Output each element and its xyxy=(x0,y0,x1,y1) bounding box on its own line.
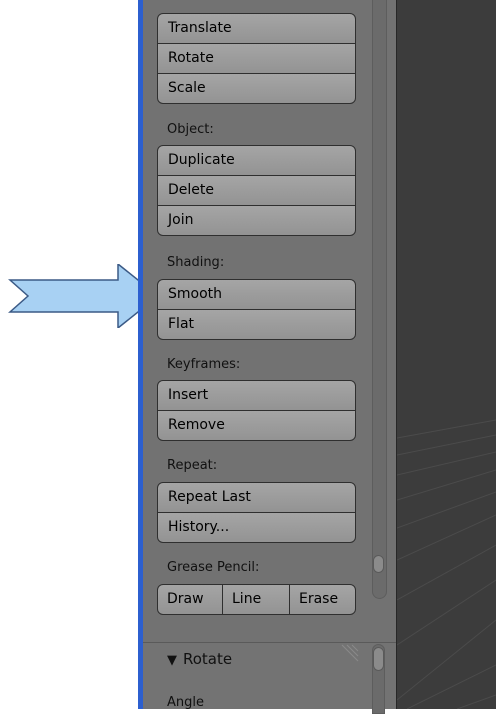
remove-keyframe-button[interactable]: Remove xyxy=(157,410,356,441)
join-button[interactable]: Join xyxy=(157,205,356,236)
flat-button[interactable]: Flat xyxy=(157,309,356,340)
repeat-last-button[interactable]: Repeat Last xyxy=(157,482,356,513)
grease-pencil-group: Draw Line Erase xyxy=(157,584,356,615)
keyframes-group: Insert Remove xyxy=(157,380,356,441)
history-button[interactable]: History... xyxy=(157,512,356,543)
pointer-arrow-icon xyxy=(8,264,158,328)
3d-viewport[interactable] xyxy=(397,0,496,709)
object-label: Object: xyxy=(167,122,214,137)
scale-button[interactable]: Scale xyxy=(157,73,356,104)
object-group: Duplicate Delete Join xyxy=(157,145,356,236)
transform-group: Translate Rotate Scale xyxy=(157,13,356,104)
delete-button[interactable]: Delete xyxy=(157,175,356,206)
operator-panel-header[interactable]: ▼ Rotate xyxy=(167,650,232,668)
keyframes-label: Keyframes: xyxy=(167,357,241,372)
shading-label: Shading: xyxy=(167,255,225,270)
toolshelf-scroll-thumb[interactable] xyxy=(373,555,384,573)
insert-keyframe-button[interactable]: Insert xyxy=(157,380,356,411)
repeat-label: Repeat: xyxy=(167,458,218,473)
duplicate-button[interactable]: Duplicate xyxy=(157,145,356,176)
erase-button[interactable]: Erase xyxy=(289,584,356,615)
grease-pencil-label: Grease Pencil: xyxy=(167,560,260,575)
smooth-button[interactable]: Smooth xyxy=(157,279,356,310)
shading-group: Smooth Flat xyxy=(157,279,356,340)
translate-button[interactable]: Translate xyxy=(157,13,356,44)
drag-grip-icon[interactable] xyxy=(338,643,360,665)
line-button[interactable]: Line xyxy=(222,584,290,615)
screenshot-canvas: Translate Rotate Scale Object: Duplicate… xyxy=(0,0,496,714)
draw-button[interactable]: Draw xyxy=(157,584,223,615)
triangle-down-icon: ▼ xyxy=(167,653,177,668)
angle-label: Angle xyxy=(167,695,204,710)
operator-panel-title: Rotate xyxy=(183,650,233,668)
rotate-button[interactable]: Rotate xyxy=(157,43,356,74)
toolshelf-scrollbar[interactable] xyxy=(372,0,387,599)
repeat-group: Repeat Last History... xyxy=(157,482,356,543)
operator-panel-scroll-thumb[interactable] xyxy=(373,647,384,671)
